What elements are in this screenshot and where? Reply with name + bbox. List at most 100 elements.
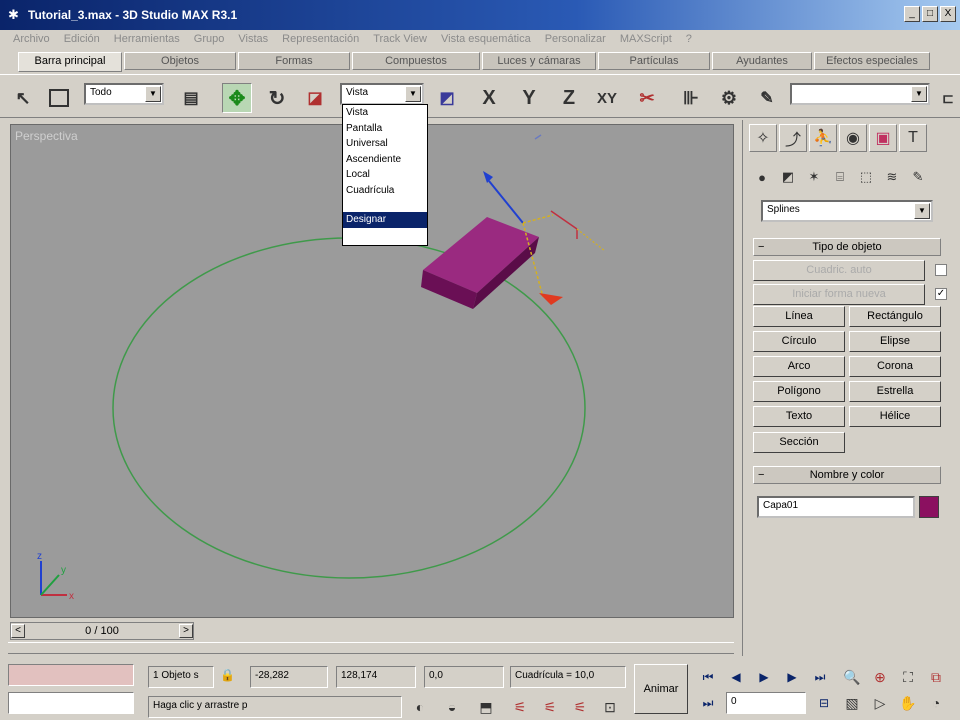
select-region-icon[interactable] <box>44 83 74 113</box>
toolbar-more-icon[interactable]: ⊏ <box>938 83 958 113</box>
helpers-icon[interactable]: ⬚ <box>855 166 877 188</box>
rollup-name-color[interactable]: − Nombre y color <box>753 466 941 484</box>
menu-representacion[interactable]: Representación <box>275 30 366 50</box>
menu-maxscript[interactable]: MAXScript <box>613 30 679 50</box>
menu-track-view[interactable]: Track View <box>366 30 434 50</box>
mirror-icon[interactable]: ⊪ <box>676 83 706 113</box>
coord-option-local[interactable]: Local <box>343 167 427 183</box>
window-crossing-icon[interactable]: ⊡ <box>598 696 622 718</box>
coord-option-universal[interactable]: Universal <box>343 136 427 152</box>
object-name-input[interactable]: Capa01 <box>757 496 915 518</box>
tab-efectos-especiales[interactable]: Efectos especiales <box>814 52 930 70</box>
start-new-shape-toggle[interactable]: Iniciar forma nueva <box>753 284 925 305</box>
coord-option-designar[interactable]: Designar <box>343 212 427 228</box>
menu-edicion[interactable]: Edición <box>57 30 107 50</box>
array-gear-icon[interactable]: ⚙ <box>714 83 744 113</box>
key-mode-icon[interactable]: ⏭ <box>696 692 720 714</box>
track-bar[interactable] <box>8 642 734 654</box>
star-button[interactable]: Estrella <box>849 381 941 402</box>
time-slider[interactable]: < 0 / 100 > <box>10 622 194 640</box>
maximize-button[interactable]: □ <box>922 6 938 22</box>
menu-help[interactable]: ? <box>679 30 699 50</box>
selection-filter-select[interactable]: Todo ▼ <box>84 83 164 105</box>
scale-tool-icon[interactable]: ◪ <box>300 83 330 113</box>
axis-x-button[interactable]: X <box>474 83 504 113</box>
coord-y-field[interactable]: 128,174 <box>336 666 416 688</box>
play-icon[interactable]: ▶ <box>752 666 776 688</box>
align-icon[interactable]: ✎ <box>752 83 782 113</box>
menu-herramientas[interactable]: Herramientas <box>107 30 187 50</box>
tab-ayudantes[interactable]: Ayudantes <box>712 52 812 70</box>
coord-option-cuadricula[interactable]: Cuadrícula <box>343 183 427 199</box>
degradation-icon[interactable]: ◒ <box>440 696 464 718</box>
arc-button[interactable]: Arco <box>753 356 845 377</box>
modify-tab-icon[interactable]: ⤴ <box>779 124 807 152</box>
space-warps-icon[interactable]: ≋ <box>881 166 903 188</box>
snap-toggle-icon[interactable]: ⬒ <box>474 696 498 718</box>
display-tab-icon[interactable]: ▣ <box>869 124 897 152</box>
menu-archivo[interactable]: Archivo <box>6 30 57 50</box>
menu-vistas[interactable]: Vistas <box>231 30 275 50</box>
zoom-extents-icon[interactable]: ⛶ <box>896 666 920 688</box>
shape-category-select[interactable]: Splines ▼ <box>761 200 933 222</box>
percent-snap-icon[interactable]: ⚟ <box>538 696 562 718</box>
close-button[interactable]: X <box>940 6 956 22</box>
goto-start-icon[interactable]: ⏮ <box>696 666 720 688</box>
helix-button[interactable]: Hélice <box>849 406 941 427</box>
ik-link-icon[interactable]: ✂ <box>632 83 662 113</box>
text-button[interactable]: Texto <box>753 406 845 427</box>
coord-x-field[interactable]: -28,282 <box>250 666 328 688</box>
lights-icon[interactable]: ✶ <box>803 166 825 188</box>
maxscript-mini-field[interactable] <box>8 692 134 714</box>
ellipse-button[interactable]: Elipse <box>849 331 941 352</box>
rotate-tool-icon[interactable]: ↻ <box>262 83 292 113</box>
autogrid-checkbox[interactable] <box>935 264 947 276</box>
coord-z-field[interactable]: 0,0 <box>424 666 504 688</box>
named-selection-select[interactable]: ▼ <box>790 83 930 105</box>
minimize-button[interactable]: _ <box>904 6 920 22</box>
pan-icon[interactable]: ✋ <box>896 692 920 714</box>
goto-end-icon[interactable]: ⏭ <box>808 666 832 688</box>
prev-frame-icon[interactable]: ◀ <box>724 666 748 688</box>
reference-coord-select[interactable]: Vista ▼ <box>340 83 424 105</box>
tab-particulas[interactable]: Partículas <box>598 52 710 70</box>
utilities-tab-icon[interactable]: T <box>899 124 927 152</box>
maxscript-listener-field[interactable] <box>8 664 134 686</box>
axis-z-button[interactable]: Z <box>554 83 584 113</box>
tab-compuestos[interactable]: Compuestos <box>352 52 480 70</box>
line-button[interactable]: Línea <box>753 306 845 327</box>
geometry-icon[interactable]: ● <box>751 166 773 188</box>
create-tab-icon[interactable]: ✧ <box>749 124 777 152</box>
zoom-extents-all-icon[interactable]: ⧉ <box>924 666 948 688</box>
coord-option-vista[interactable]: Vista <box>343 105 427 121</box>
tab-luces-camaras[interactable]: Luces y cámaras <box>482 52 596 70</box>
cameras-icon[interactable]: ⌸ <box>829 166 851 188</box>
pivot-center-icon[interactable]: ◩ <box>432 83 462 113</box>
motion-tab-icon[interactable]: ◉ <box>839 124 867 152</box>
polygon-button[interactable]: Polígono <box>753 381 845 402</box>
next-frame-icon[interactable]: ▶ <box>780 666 804 688</box>
autogrid-toggle[interactable]: Cuadric. auto <box>753 260 925 281</box>
object-color-swatch[interactable] <box>919 496 939 518</box>
zoom-all-icon[interactable]: ⊕ <box>868 666 892 688</box>
axis-y-button[interactable]: Y <box>514 83 544 113</box>
menu-grupo[interactable]: Grupo <box>187 30 232 50</box>
current-frame-field[interactable]: 0 <box>726 692 806 714</box>
spinner-snap-icon[interactable]: ⚟ <box>568 696 592 718</box>
donut-button[interactable]: Corona <box>849 356 941 377</box>
fov-icon[interactable]: ▷ <box>868 692 892 714</box>
zoom-region-icon[interactable]: ▧ <box>840 692 864 714</box>
rollup-object-type[interactable]: − Tipo de objeto <box>753 238 941 256</box>
systems-icon[interactable]: ✎ <box>907 166 929 188</box>
coord-option-ascendiente[interactable]: Ascendiente <box>343 152 427 168</box>
menu-personalizar[interactable]: Personalizar <box>538 30 613 50</box>
angle-snap-icon[interactable]: ⚟ <box>508 696 532 718</box>
time-next-icon[interactable]: > <box>179 624 193 638</box>
animate-button[interactable]: Animar <box>634 664 688 714</box>
hierarchy-tab-icon[interactable]: ⛹ <box>809 124 837 152</box>
move-tool-icon[interactable]: ✥ <box>222 83 252 113</box>
zoom-icon[interactable]: 🔍 <box>840 666 864 688</box>
menu-vista-esquematica[interactable]: Vista esquemática <box>434 30 538 50</box>
lock-icon[interactable]: 🔒 <box>220 668 235 682</box>
circle-button[interactable]: Círculo <box>753 331 845 352</box>
